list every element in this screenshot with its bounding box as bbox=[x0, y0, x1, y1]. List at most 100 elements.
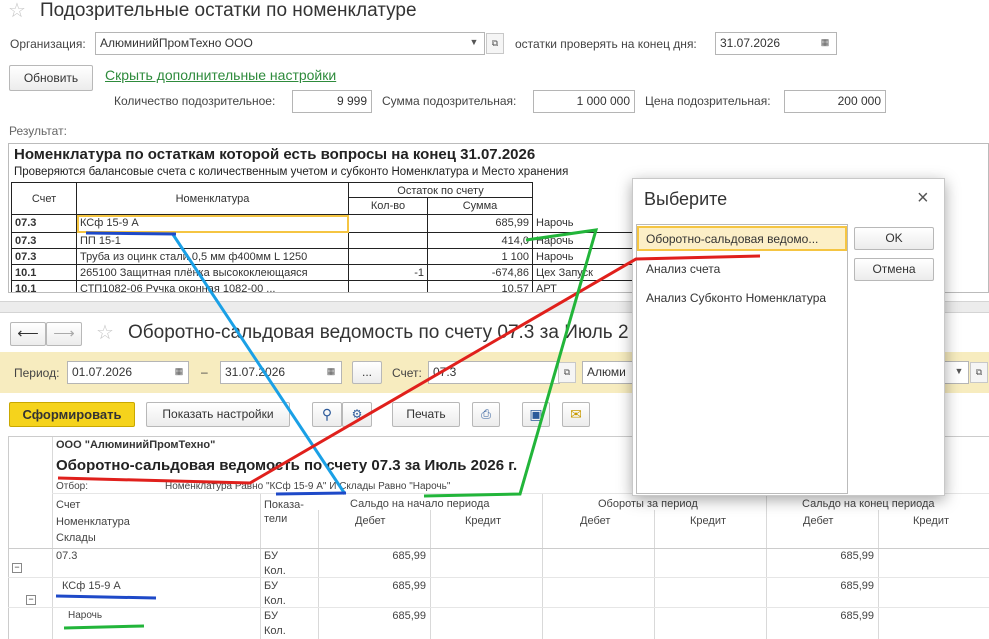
email-button[interactable]: ✉ bbox=[562, 402, 590, 427]
date-label: остатки проверять на конец дня: bbox=[515, 37, 697, 51]
org-dropdown-icon[interactable]: ▼ bbox=[465, 33, 483, 54]
row-closing-debit: 685,99 bbox=[840, 610, 874, 622]
header-account: Счет bbox=[11, 182, 77, 215]
col-credit: Кредит bbox=[913, 515, 950, 527]
org-field[interactable]: АлюминийПромТехно ООО bbox=[95, 32, 485, 55]
option-osv[interactable]: Оборотно-сальдовая ведомо... bbox=[637, 226, 847, 251]
row-account: 10.1 bbox=[11, 281, 77, 292]
row-sum: 1 100 bbox=[428, 249, 533, 265]
header-sum: Сумма bbox=[428, 198, 533, 215]
account-label: Счет: bbox=[392, 366, 422, 380]
col-debit: Дебет bbox=[355, 515, 386, 527]
report-heading: Номенклатура по остаткам которой есть во… bbox=[14, 146, 536, 163]
refresh-button[interactable]: Обновить bbox=[9, 65, 93, 91]
col-indicators: Показа-тели bbox=[264, 499, 304, 525]
option-subconto-analysis[interactable]: Анализ Субконто Номенклатура bbox=[646, 291, 826, 305]
header-qty: Кол-во bbox=[349, 198, 428, 215]
col-closing: Сальдо на конец периода bbox=[802, 498, 935, 510]
col-credit: Кредит bbox=[690, 515, 727, 527]
row-indicator: Кол. bbox=[264, 565, 286, 577]
row-closing-debit: 685,99 bbox=[840, 580, 874, 592]
row-sum: -674,86 bbox=[428, 265, 533, 281]
option-account-analysis[interactable]: Анализ счета bbox=[646, 262, 720, 276]
row-qty bbox=[349, 233, 428, 249]
print-button[interactable]: Печать bbox=[392, 402, 460, 427]
row-sum: 685,99 bbox=[428, 215, 533, 233]
col-debit: Дебет bbox=[580, 515, 611, 527]
row-opening-debit: 685,99 bbox=[392, 550, 426, 562]
dialog-title: Выберите bbox=[644, 189, 728, 209]
row-account: 07.3 bbox=[11, 249, 77, 265]
period-select-button[interactable]: ... bbox=[352, 361, 382, 384]
row-account: 10.1 bbox=[11, 265, 77, 281]
row-indicator: БУ bbox=[264, 610, 278, 622]
collapse-icon[interactable]: − bbox=[26, 595, 36, 605]
row-qty: -1 bbox=[349, 265, 428, 281]
row-indicator: БУ bbox=[264, 550, 278, 562]
row-place: Цех Запуск bbox=[533, 265, 633, 281]
report-subheading: Проверяются балансовые счета с количеств… bbox=[14, 166, 569, 178]
calendar-icon[interactable]: ▦ bbox=[816, 33, 834, 54]
ok-button[interactable]: OK bbox=[854, 227, 934, 250]
favorite-star-icon[interactable]: ☆ bbox=[96, 320, 114, 345]
col-item: Номенклатура bbox=[56, 516, 130, 528]
row-opening-debit: 685,99 bbox=[392, 610, 426, 622]
row-name: 07.3 bbox=[56, 550, 78, 562]
close-icon[interactable]: × bbox=[917, 187, 929, 210]
row-indicator: Кол. bbox=[264, 595, 286, 607]
forward-button[interactable]: ⟶ bbox=[46, 322, 82, 346]
row-item: СТП1082-06 Ручка оконная 1082-00 ... bbox=[77, 281, 349, 292]
org-open-icon[interactable]: ⧉ bbox=[486, 33, 504, 54]
save-button[interactable]: ▣ bbox=[522, 402, 550, 427]
qty-label: Количество подозрительное: bbox=[114, 94, 276, 108]
org-open-icon[interactable]: ⧉ bbox=[970, 362, 988, 383]
row-sum: 10,57 bbox=[428, 281, 533, 292]
row-qty bbox=[349, 281, 428, 292]
page-title: Подозрительные остатки по номенклатуре bbox=[40, 0, 417, 21]
row-place: Нарочь bbox=[533, 233, 633, 249]
cancel-button[interactable]: Отмена bbox=[854, 258, 934, 281]
back-button[interactable]: ⟵ bbox=[10, 322, 46, 346]
choose-dialog: Выберите × Оборотно-сальдовая ведомо... … bbox=[632, 178, 945, 496]
row-item: 265100 Защитная плёнка высококлеющаяся bbox=[77, 265, 349, 281]
header-balance: Остаток по счету bbox=[349, 182, 533, 198]
sum-field[interactable]: 1 000 000 bbox=[533, 90, 635, 113]
filter-value: Номенклатура Равно "КСф 15-9 А" И Склады… bbox=[165, 481, 451, 492]
calendar-icon[interactable]: ▦ bbox=[170, 362, 188, 383]
filter-label: Отбор: bbox=[56, 481, 88, 492]
row-closing-debit: 685,99 bbox=[840, 550, 874, 562]
search-icon: ⚲ bbox=[321, 406, 333, 422]
row-indicator: БУ bbox=[264, 580, 278, 592]
price-field[interactable]: 200 000 bbox=[784, 90, 886, 113]
row-place: Нарочь bbox=[533, 215, 633, 233]
calendar-icon[interactable]: ▦ bbox=[322, 362, 340, 383]
preview-button[interactable]: ⎙ bbox=[472, 402, 500, 427]
qty-field[interactable]: 9 999 bbox=[292, 90, 372, 113]
row-item[interactable]: КСф 15-9 А bbox=[77, 215, 349, 233]
osv-report-title: Оборотно-сальдовая ведомость по счету 07… bbox=[56, 457, 518, 474]
save-icon: ▣ bbox=[529, 406, 543, 422]
row-qty bbox=[349, 215, 428, 233]
col-store: Склады bbox=[56, 532, 96, 544]
account-open-icon[interactable]: ⧉ bbox=[558, 362, 576, 383]
col-turnover: Обороты за период bbox=[598, 498, 698, 510]
collapse-icon[interactable]: − bbox=[12, 563, 22, 573]
row-item: ПП 15-1 bbox=[77, 233, 349, 249]
search-options-button[interactable]: ⚙ bbox=[342, 402, 372, 427]
search-button[interactable]: ⚲ bbox=[312, 402, 342, 427]
header-item: Номенклатура bbox=[77, 182, 349, 215]
show-settings-button[interactable]: Показать настройки bbox=[146, 402, 290, 427]
org-dropdown-icon[interactable]: ▼ bbox=[950, 362, 968, 383]
row-place: Нарочь bbox=[533, 249, 633, 265]
options-list[interactable]: Оборотно-сальдовая ведомо... Анализ счет… bbox=[636, 224, 848, 494]
hide-settings-link[interactable]: Скрыть дополнительные настройки bbox=[105, 67, 336, 83]
row-sum: 414,0 bbox=[428, 233, 533, 249]
org-header: ООО "АлюминийПромТехно" bbox=[56, 439, 216, 451]
row-item: Труба из оцинк стали 0,5 мм ф400мм L 125… bbox=[77, 249, 349, 265]
sum-label: Сумма подозрительная: bbox=[382, 94, 517, 108]
account-field[interactable]: 07.3 bbox=[428, 361, 560, 384]
form-button[interactable]: Сформировать bbox=[9, 402, 135, 427]
favorite-star-icon[interactable]: ☆ bbox=[8, 0, 26, 23]
row-account: 07.3 bbox=[11, 215, 77, 233]
period-dash: – bbox=[201, 365, 208, 379]
